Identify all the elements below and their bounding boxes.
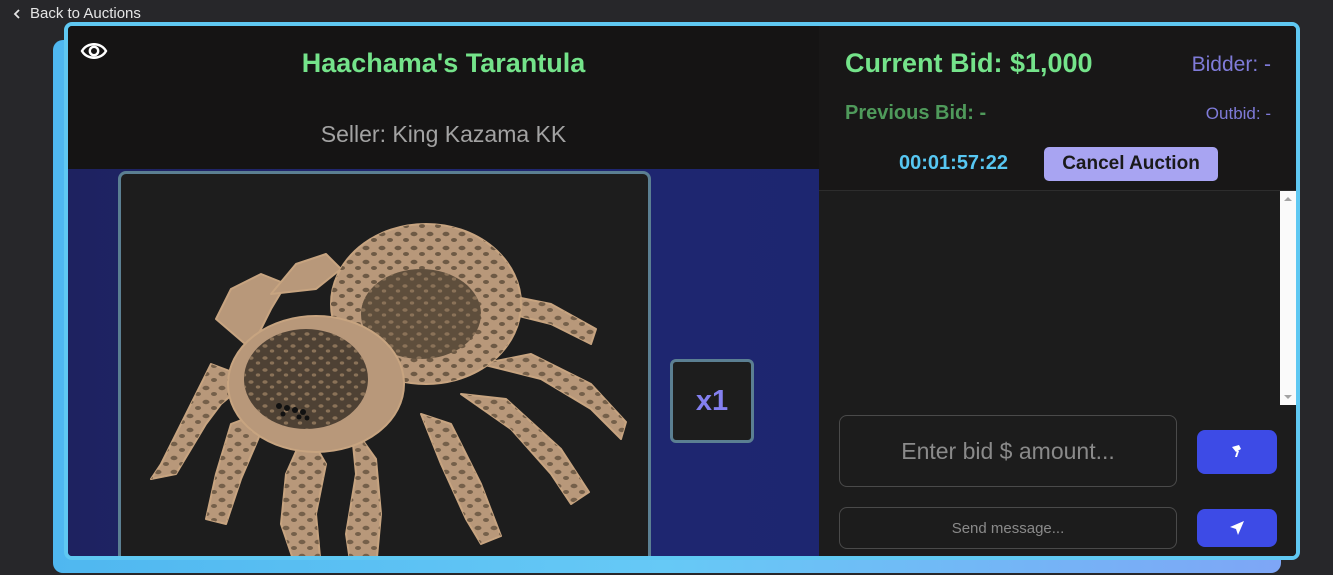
back-to-auctions-link[interactable]: Back to Auctions [12,5,141,22]
chat-scrollbar[interactable] [1280,191,1296,405]
previous-bid: Previous Bid: - [845,102,987,124]
bid-amount-input[interactable] [839,415,1177,487]
item-header: Haachama's Tarantula Seller: King Kazama… [68,26,819,169]
item-image-frame [118,171,651,556]
item-art-area: x1 [68,169,819,556]
bidding-panel: Current Bid: $1,000 Bidder: - Previous B… [819,26,1296,556]
paper-plane-icon [1230,521,1244,535]
chat-log[interactable] [819,191,1296,405]
chevron-left-icon [13,8,20,19]
tarantula-image [150,223,627,556]
auction-timer: 00:01:57:22 [899,152,1008,174]
item-title: Haachama's Tarantula [301,48,586,78]
message-input[interactable] [839,507,1177,549]
auction-card: Haachama's Tarantula Seller: King Kazama… [64,22,1300,560]
place-bid-button[interactable] [1197,430,1277,474]
bidder-name: Bidder: - [1191,53,1271,76]
seller-name: Seller: King Kazama KK [320,121,567,147]
current-bid: Current Bid: $1,000 [845,48,1093,78]
quantity-badge: x1 [670,359,754,443]
scroll-up-arrow-icon[interactable] [1284,197,1292,201]
outbid-status: Outbid: - [1205,104,1271,123]
item-panel: Haachama's Tarantula Seller: King Kazama… [68,26,819,556]
gavel-icon [1232,445,1241,457]
send-message-button[interactable] [1197,509,1277,547]
cancel-auction-button[interactable]: Cancel Auction [1044,147,1218,181]
scroll-down-arrow-icon[interactable] [1284,395,1292,399]
bid-status-header: Current Bid: $1,000 Bidder: - Previous B… [819,26,1296,191]
back-link-label: Back to Auctions [30,5,141,22]
